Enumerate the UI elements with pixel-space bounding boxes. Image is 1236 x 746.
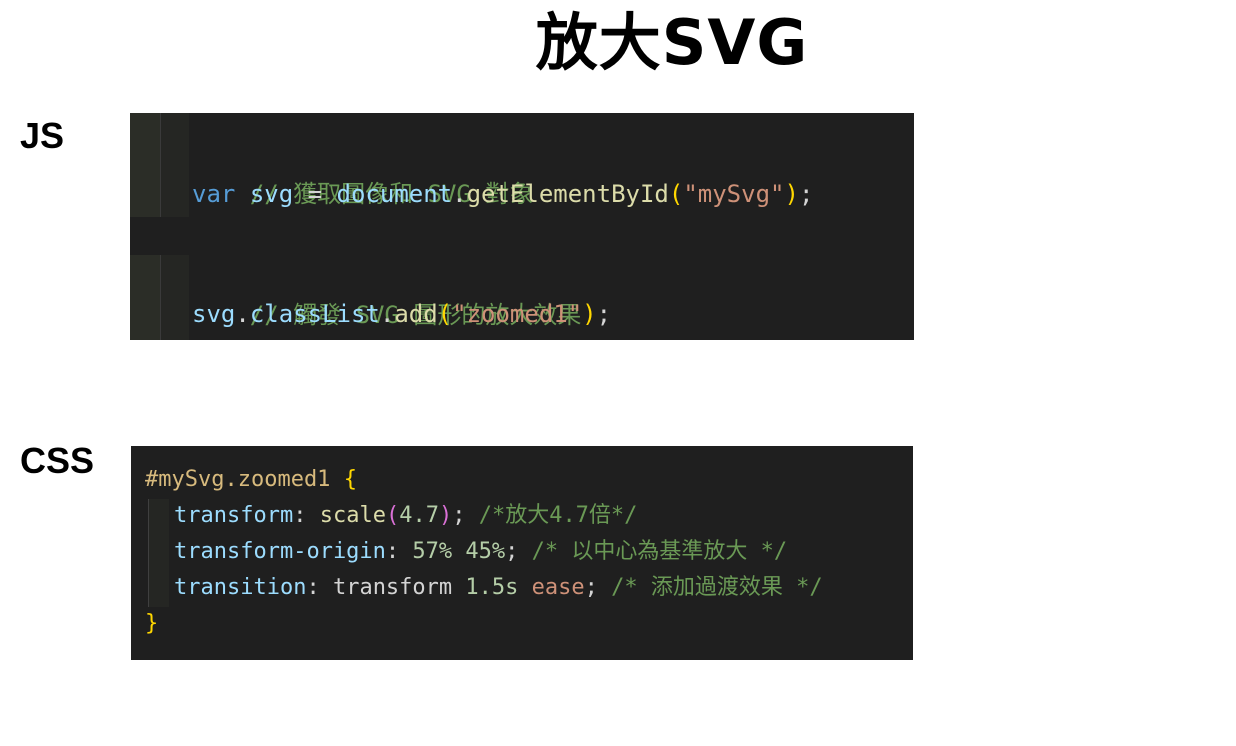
css-rule-transform: transform: scale(4.7); /*放大4.7倍*/ (174, 498, 637, 534)
css-value: ease (531, 575, 585, 600)
code-line-4: // 觸發 SVG 圖形的放大效果 (192, 255, 582, 329)
css-number: 4.7 (399, 503, 439, 528)
code-dot: . (235, 300, 250, 328)
css-value: transform (332, 575, 453, 600)
code-variable: svg (249, 180, 294, 208)
css-number: 1.5s (465, 575, 519, 600)
css-colon: : (293, 503, 307, 528)
css-semicolon: ; (584, 575, 598, 600)
indent-guide (148, 499, 169, 607)
css-rule-transition: transition: transform 1.5s ease; /* 添加過渡… (174, 570, 823, 606)
code-dot: . (452, 180, 467, 208)
css-property: transform (174, 503, 294, 528)
code-line-5: svg.classList.add("zoomed1"); (192, 294, 611, 334)
code-semicolon: ; (596, 300, 612, 328)
css-rule-transform-origin: transform-origin: 57% 45%; /* 以中心為基準放大 *… (174, 534, 787, 570)
css-property: transform-origin (174, 539, 386, 564)
css-colon: : (385, 539, 400, 564)
css-comment: /* 以中心為基準放大 */ (531, 539, 788, 564)
indent-guide (160, 255, 189, 340)
css-number: 57% (412, 539, 453, 564)
code-method: add (394, 300, 438, 328)
indent-gutter (130, 113, 160, 217)
css-paren: ) (438, 503, 453, 528)
css-comment: /* 添加過渡效果 */ (611, 575, 823, 600)
css-code-block: #mySvg.zoomed1 { transform: scale(4.7); … (131, 446, 913, 660)
code-operator: = (307, 180, 323, 208)
code-paren: ) (582, 300, 597, 328)
code-line-1: // 獲取圖像和 SVG 對象 (192, 134, 534, 208)
css-close-brace: } (145, 611, 159, 636)
slide-title: 放大SVG (535, 6, 809, 79)
css-comment: /*放大4.7倍*/ (478, 503, 638, 528)
css-number: 45% (465, 539, 506, 564)
code-paren: ( (668, 180, 684, 208)
css-paren: ( (385, 503, 400, 528)
code-method: getElementById (466, 180, 669, 208)
code-property: classList (249, 300, 380, 328)
css-selector-line: #mySvg.zoomed1 { (145, 462, 357, 498)
code-string: "mySvg" (683, 180, 785, 208)
js-label: JS (20, 115, 65, 156)
css-semicolon: ; (505, 539, 519, 564)
code-semicolon: ; (798, 180, 814, 208)
indent-guide (160, 113, 189, 217)
js-code-block: // 獲取圖像和 SVG 對象 var svg = document.getEl… (130, 113, 914, 340)
css-label: CSS (20, 440, 95, 481)
code-paren: ) (784, 180, 799, 208)
css-selector: #mySvg.zoomed1 (145, 467, 331, 492)
indent-gutter (130, 255, 160, 340)
css-open-brace: { (343, 467, 357, 492)
css-close-line: } (145, 606, 158, 642)
code-paren: ( (437, 300, 453, 328)
code-object: document (336, 180, 453, 208)
code-line-2: var svg = document.getElementById("mySvg… (192, 174, 813, 214)
css-function: scale (319, 503, 386, 528)
code-dot: . (379, 300, 395, 328)
code-keyword: var (192, 180, 236, 208)
code-object: svg (192, 300, 236, 328)
css-semicolon: ; (452, 503, 466, 528)
code-string: "zoomed1" (452, 300, 583, 328)
css-property: transition (174, 575, 307, 600)
css-colon: : (306, 575, 320, 600)
